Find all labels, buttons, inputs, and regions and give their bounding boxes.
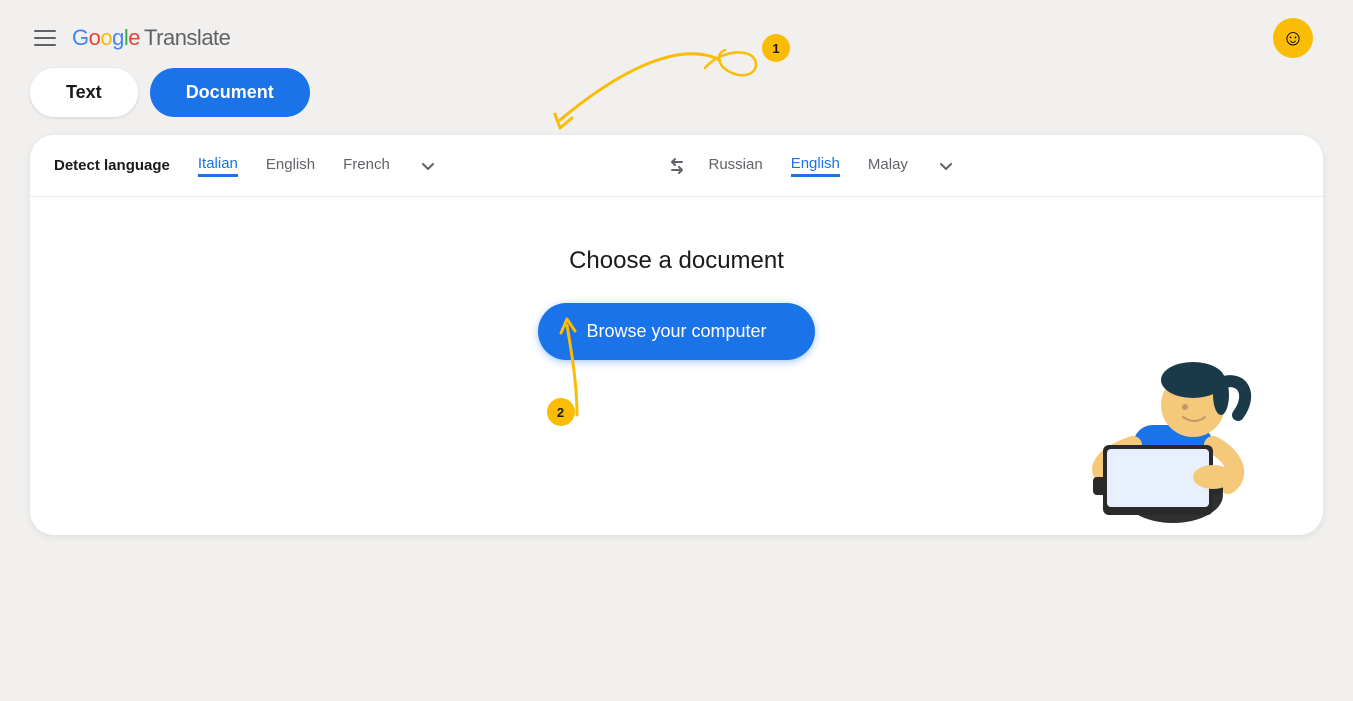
- detect-language[interactable]: Detect language: [54, 157, 170, 174]
- tab-document[interactable]: Document: [150, 68, 310, 117]
- logo-letter-o2: o: [100, 25, 112, 51]
- menu-button[interactable]: [30, 26, 60, 50]
- tabs-row: Text Document: [0, 68, 1353, 135]
- target-lang-english[interactable]: English: [791, 155, 840, 177]
- annotation-badge-2: 2: [547, 398, 575, 426]
- logo-letter-g2: g: [112, 25, 124, 51]
- source-lang-french[interactable]: French: [343, 156, 390, 175]
- logo-letter-g: G: [72, 25, 89, 51]
- google-logo: G o o g l e Translate: [72, 25, 230, 51]
- target-languages: Russian English Malay: [709, 155, 1300, 177]
- illustration: [1043, 315, 1283, 535]
- source-languages: Detect language Italian English French: [54, 155, 645, 177]
- header: G o o g l e Translate ☺: [0, 0, 1353, 68]
- target-lang-malay[interactable]: Malay: [868, 156, 908, 175]
- target-lang-russian[interactable]: Russian: [709, 156, 763, 175]
- swap-languages-button[interactable]: [645, 154, 709, 178]
- tab-text[interactable]: Text: [30, 68, 138, 117]
- source-lang-dropdown[interactable]: [418, 156, 438, 176]
- header-left: G o o g l e Translate: [30, 25, 230, 51]
- browse-computer-button[interactable]: Browse your computer: [538, 303, 814, 360]
- choose-document-title: Choose a document: [569, 247, 784, 275]
- source-lang-italian[interactable]: Italian: [198, 155, 238, 177]
- logo-letter-e: e: [128, 25, 140, 51]
- app-name: Translate: [144, 25, 230, 51]
- target-lang-dropdown[interactable]: [936, 156, 956, 176]
- user-avatar[interactable]: ☺: [1273, 18, 1313, 58]
- language-bar: Detect language Italian English French R…: [30, 135, 1323, 197]
- main-card: Detect language Italian English French R…: [30, 135, 1323, 535]
- source-lang-english[interactable]: English: [266, 156, 315, 175]
- logo-letter-o1: o: [89, 25, 101, 51]
